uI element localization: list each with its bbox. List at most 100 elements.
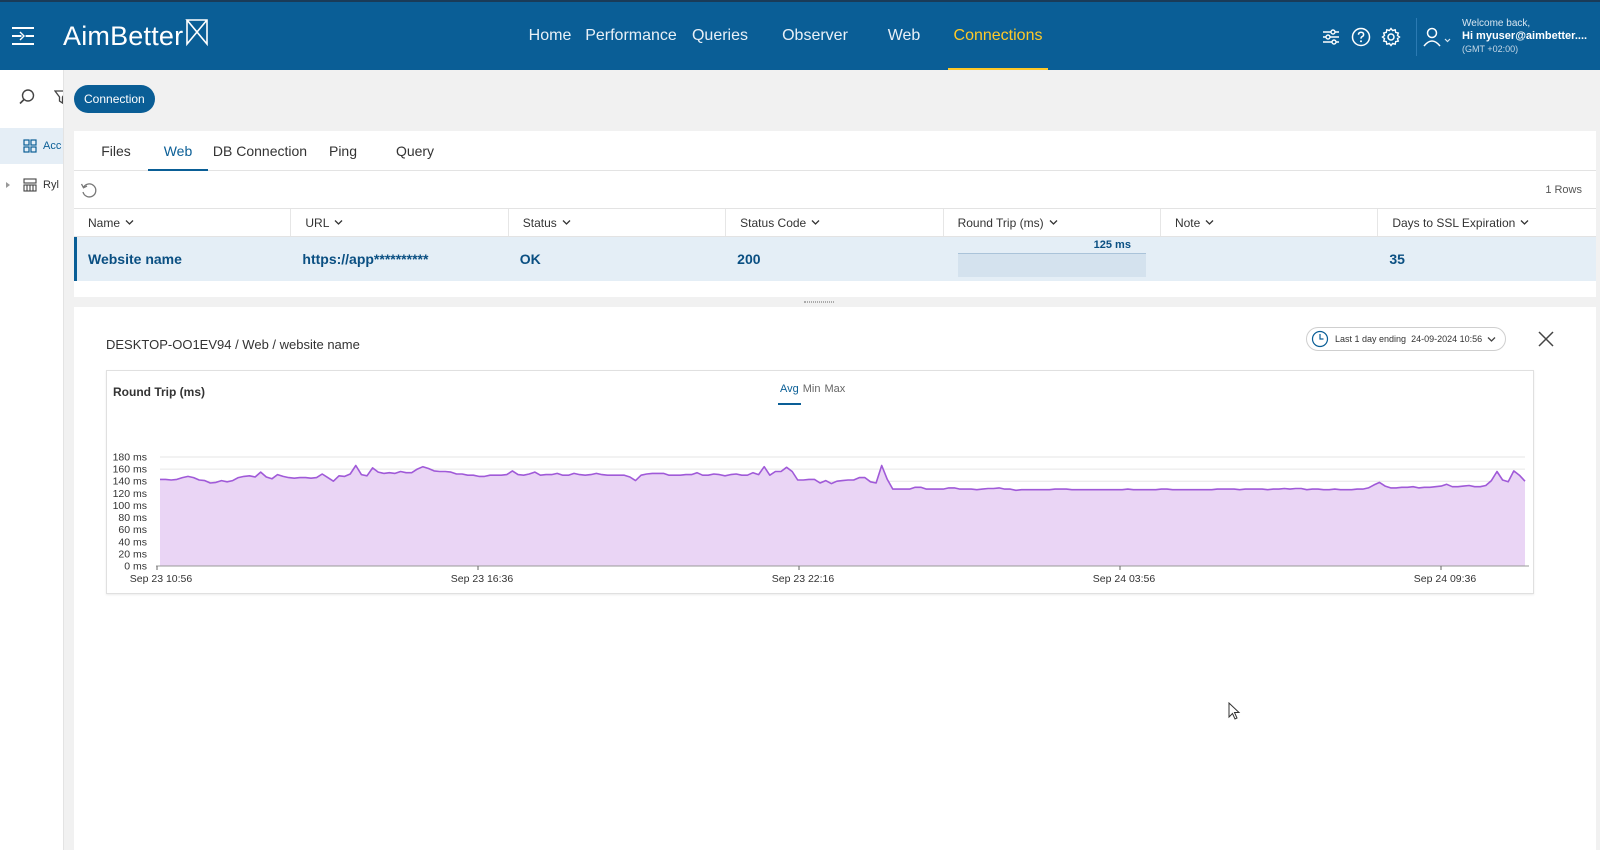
table-header: Name URL Status Status Code Round Trip (ms) N… (74, 209, 1596, 237)
y-tick-label: 60 ms (118, 524, 147, 536)
column-header-label: Note (1174, 215, 1201, 230)
time-range-value: 24-09-2024 10:56 (1411, 334, 1483, 344)
main-area: Connection Files Web DB Connection Ping Quer… (64, 70, 1600, 850)
filter-settings-icon[interactable] (1320, 26, 1342, 48)
table-toolbar: 1 Rows (74, 171, 1596, 209)
chevron-down-icon (125, 220, 134, 225)
sidebar-tools (18, 88, 64, 106)
column-header-label: Round Trip (ms) (957, 215, 1044, 230)
chevron-down-icon (1520, 220, 1529, 225)
sidebar-item-ryl[interactable]: Ryl (0, 167, 63, 203)
tab-ping[interactable]: Ping (312, 131, 374, 170)
round-trip-bar-fill (957, 254, 1146, 277)
table-row[interactable]: Website name https://app********** OK 20… (74, 237, 1596, 281)
y-tick-label: 120 ms (113, 488, 147, 500)
column-header-name[interactable]: Name (74, 209, 292, 236)
logo-mark-icon (185, 19, 209, 47)
chevron-down-icon (811, 220, 820, 225)
panel-splitter[interactable] (74, 297, 1596, 307)
tab-web[interactable]: Web (148, 131, 208, 171)
refresh-icon[interactable] (80, 181, 98, 199)
grid-icon (23, 139, 37, 153)
sidebar-item-acc[interactable]: Acc (0, 128, 63, 164)
gear-icon[interactable] (1380, 26, 1402, 48)
menu-toggle-icon[interactable] (12, 26, 36, 46)
y-tick-label: 0 ms (124, 561, 147, 573)
welcome-block: Welcome back, Hi myuser@aimbetter.... (G… (1462, 17, 1587, 56)
time-range-label: Last 1 day ending (1335, 334, 1407, 344)
column-header-days-to-ssl-expiration[interactable]: Days to SSL Expiration (1378, 209, 1595, 236)
clock-icon (1311, 330, 1329, 348)
cell-note (1161, 237, 1378, 281)
cell-status: OK (519, 251, 541, 267)
column-header-label: URL (305, 215, 330, 230)
y-tick-label: 180 ms (113, 452, 147, 464)
tab-db-connection[interactable]: DB Connection (208, 131, 312, 170)
x-tick-label: Sep 24 03:56 (1093, 573, 1156, 585)
expand-caret-icon[interactable] (4, 181, 12, 189)
chevron-down-icon (1487, 336, 1496, 342)
rows-count: 1 Rows (1545, 184, 1582, 196)
user-menu[interactable] (1422, 26, 1452, 48)
nav-observer[interactable]: Observer (772, 2, 858, 70)
sidebar-item-label: Ryl (43, 179, 59, 191)
y-tick-label: 160 ms (113, 464, 147, 476)
nav-connections[interactable]: Connections (948, 2, 1048, 70)
chart-plot: 0 ms20 ms40 ms60 ms80 ms100 ms120 ms140 … (113, 452, 1529, 585)
column-header-label: Status (522, 215, 557, 230)
detail-panel: DESKTOP-OO1EV94 / Web / website name Las… (74, 307, 1596, 850)
y-tick-label: 20 ms (118, 548, 147, 560)
column-header-note[interactable]: Note (1161, 209, 1379, 236)
nav-queries[interactable]: Queries (690, 2, 750, 70)
chevron-down-icon (334, 220, 343, 225)
y-tick-label: 80 ms (118, 512, 147, 524)
column-header-url[interactable]: URL (291, 209, 509, 236)
round-trip-bar (957, 253, 1146, 277)
top-bar: AimBetter Home Performance Queries Observer… (0, 0, 1600, 70)
cell-round-trip: 125 ms (944, 237, 1161, 281)
sidebar-item-label: Acc (43, 140, 62, 152)
column-header-label: Name (88, 215, 121, 230)
cell-status-code: 200 (737, 251, 761, 267)
user-icon (1423, 27, 1451, 47)
column-header-status[interactable]: Status (509, 209, 727, 236)
chevron-down-icon (1049, 220, 1058, 225)
y-tick-label: 140 ms (113, 476, 147, 488)
user-timezone: (GMT +02:00) (1462, 44, 1519, 54)
header-divider (1416, 18, 1417, 56)
search-icon[interactable] (18, 88, 36, 106)
cell-ssl-days: 35 (1389, 251, 1405, 267)
column-header-status-code[interactable]: Status Code (726, 209, 944, 236)
server-icon (23, 178, 37, 192)
help-icon[interactable] (1350, 26, 1372, 48)
connection-tabs: Files Web DB Connection Ping Query (74, 131, 1596, 171)
splitter-grip[interactable] (804, 301, 834, 303)
tab-files[interactable]: Files (84, 131, 148, 170)
welcome-text: Welcome back, (1462, 18, 1531, 29)
x-tick-label: Sep 23 16:36 (451, 573, 514, 585)
tab-query[interactable]: Query (374, 131, 456, 170)
connections-panel: Files Web DB Connection Ping Query 1 Rows Na… (74, 131, 1596, 297)
chevron-down-icon (1205, 220, 1214, 225)
close-icon[interactable] (1536, 329, 1556, 349)
cell-url: https://app********** (302, 251, 429, 267)
nav-home[interactable]: Home (520, 2, 580, 70)
time-range-selector[interactable]: Last 1 day ending 24-09-2024 10:56 (1306, 327, 1506, 351)
breadcrumb: DESKTOP-OO1EV94 / Web / website name (106, 337, 360, 352)
x-tick-label: Sep 23 10:56 (130, 573, 193, 585)
y-tick-label: 40 ms (118, 536, 147, 548)
column-header-label: Days to SSL Expiration (1392, 215, 1516, 230)
column-header-label: Status Code (740, 215, 807, 230)
x-tick-label: Sep 24 09:36 (1414, 573, 1477, 585)
user-greeting: Hi myuser@aimbetter.... (1462, 30, 1588, 42)
nav-performance[interactable]: Performance (576, 2, 686, 70)
connection-button[interactable]: Connection (74, 85, 155, 113)
column-header-round-trip-ms[interactable]: Round Trip (ms) (944, 209, 1161, 236)
logo-text: AimBetter (63, 20, 184, 51)
header-tools (1320, 26, 1410, 48)
app-logo[interactable]: AimBetter (63, 18, 209, 54)
chevron-down-icon (562, 220, 571, 225)
nav-web[interactable]: Web (878, 2, 930, 70)
filter-icon[interactable] (54, 88, 64, 106)
round-trip-chart: Round Trip (ms) Avg Min Max 0 ms 20 ms 40 ms… (106, 370, 1534, 594)
